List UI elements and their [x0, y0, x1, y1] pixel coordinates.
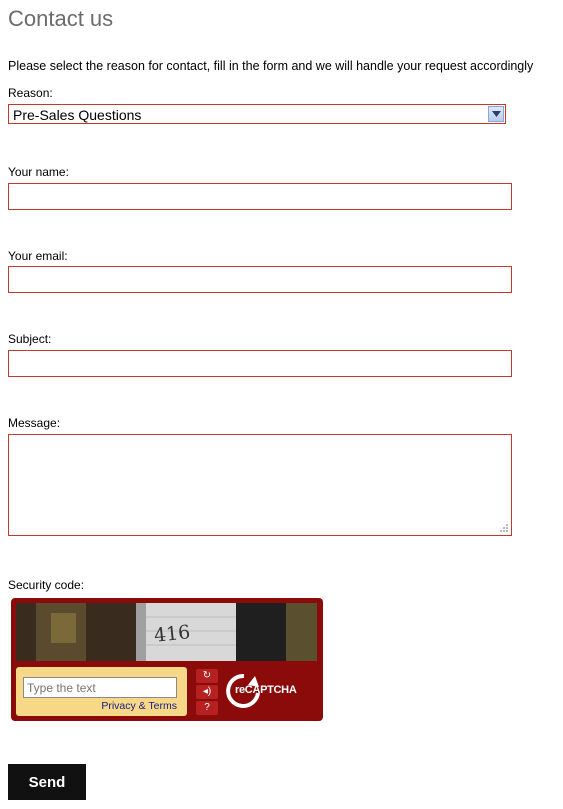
- name-label: Your name:: [8, 165, 69, 179]
- audio-captcha-button[interactable]: ◂): [196, 685, 218, 699]
- dropdown-arrow-button[interactable]: [488, 106, 504, 122]
- captcha-input-area: Privacy & Terms: [16, 667, 187, 716]
- intro-text: Please select the reason for contact, fi…: [8, 59, 534, 73]
- recaptcha-logo-text: reCAPTCHA: [235, 684, 297, 696]
- message-textarea[interactable]: [8, 434, 512, 536]
- help-icon: ?: [204, 702, 210, 713]
- speaker-icon: ◂): [202, 686, 212, 697]
- chevron-down-icon: [492, 111, 501, 117]
- message-label: Message:: [8, 416, 61, 430]
- refresh-icon: ↻: [202, 670, 212, 681]
- page-title: Contact us: [8, 6, 114, 31]
- captcha-help-button[interactable]: ?: [196, 701, 218, 715]
- reason-select[interactable]: Pre-Sales Questions: [8, 104, 506, 124]
- privacy-terms-link[interactable]: Privacy & Terms: [101, 700, 177, 712]
- recaptcha-widget: 416 Privacy & Terms ↻ ◂) ? reCAPTCHA: [11, 598, 323, 721]
- subject-label: Subject:: [8, 332, 52, 346]
- captcha-image-text: 416: [152, 621, 192, 647]
- subject-input[interactable]: [8, 350, 512, 377]
- captcha-image: 416: [16, 603, 317, 661]
- resize-grip-icon[interactable]: [499, 523, 509, 533]
- reload-captcha-button[interactable]: ↻: [196, 669, 218, 683]
- captcha-response-input[interactable]: [23, 677, 177, 698]
- email-input[interactable]: [8, 266, 512, 293]
- reason-select-value: Pre-Sales Questions: [13, 107, 142, 123]
- email-label: Your email:: [8, 249, 68, 263]
- recaptcha-logo: reCAPTCHA: [225, 672, 315, 710]
- reason-label: Reason:: [8, 86, 53, 100]
- security-code-label: Security code:: [8, 578, 85, 592]
- send-button[interactable]: Send: [8, 764, 86, 800]
- name-input[interactable]: [8, 183, 512, 210]
